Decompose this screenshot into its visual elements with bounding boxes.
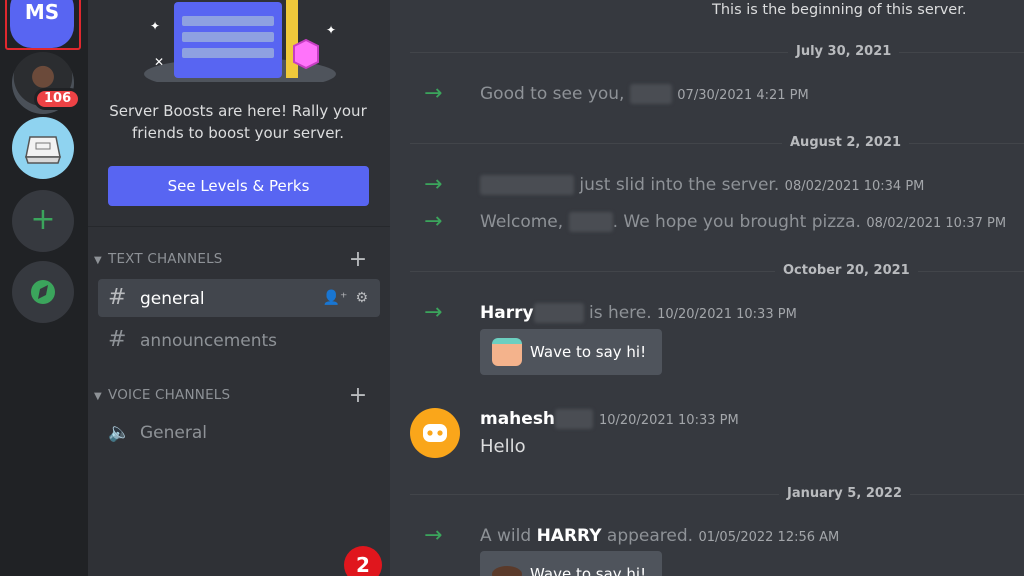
category-voice-channels[interactable]: ▼ VOICE CHANNELS	[94, 387, 230, 409]
plus-icon: +	[348, 247, 368, 272]
date-divider	[410, 143, 1024, 144]
join-arrow-icon: →	[424, 172, 443, 197]
svg-text:✕: ✕	[154, 55, 164, 69]
selection-highlight	[5, 0, 81, 50]
system-message: A wild HARRY appeared. 01/05/2022 12:56 …	[480, 526, 840, 546]
timestamp: 01/05/2022 12:56 AM	[698, 530, 840, 545]
system-message: Welcome, . We hope you brought pizza. 08…	[480, 212, 1007, 232]
channel-general[interactable]: # general 👤⁺ ⚙	[98, 279, 380, 317]
date-label: January 5, 2022	[779, 486, 910, 501]
date-label: October 20, 2021	[775, 263, 918, 278]
chevron-down-icon: ▼	[94, 391, 102, 402]
date-divider	[410, 271, 1024, 272]
compass-icon	[31, 280, 55, 304]
hash-icon: #	[108, 327, 127, 352]
plus-icon: +	[348, 383, 368, 408]
message-body: Hello	[480, 436, 526, 457]
redacted-name	[629, 84, 672, 104]
timestamp: 08/02/2021 10:37 PM	[866, 216, 1007, 231]
hash-icon: #	[108, 285, 127, 310]
server-boost-illustration: ✦ ✦ ✕	[144, 0, 336, 82]
server-icon-keycap[interactable]	[12, 117, 74, 179]
system-message: just slid into the server. 08/02/2021 10…	[480, 175, 924, 195]
voice-channel-general[interactable]: 🔈 General	[98, 414, 380, 452]
wave-sticker-icon	[492, 338, 522, 366]
chevron-down-icon: ▼	[94, 255, 102, 266]
category-label: VOICE CHANNELS	[108, 387, 231, 403]
date-label: August 2, 2021	[782, 135, 910, 150]
create-voice-channel-button[interactable]: +	[346, 385, 370, 409]
keycap-icon	[24, 136, 62, 164]
join-arrow-icon: →	[424, 81, 443, 106]
redacted-name	[555, 409, 594, 429]
channel-name: general	[140, 289, 205, 309]
see-levels-perks-button[interactable]: See Levels & Perks	[108, 166, 369, 206]
beginning-of-server-text: This is the beginning of this server.	[712, 2, 967, 18]
timestamp: 07/30/2021 4:21 PM	[677, 88, 809, 103]
channel-name: General	[140, 423, 207, 443]
redacted-name	[533, 303, 584, 323]
invite-user-icon[interactable]: 👤⁺	[323, 290, 348, 306]
step-marker-2: 2	[344, 546, 382, 576]
join-arrow-icon: →	[424, 209, 443, 234]
speaker-icon: 🔈	[108, 422, 131, 443]
category-text-channels[interactable]: ▼ TEXT CHANNELS	[94, 251, 223, 273]
avatar[interactable]	[410, 408, 460, 458]
plus-icon: +	[30, 202, 56, 237]
wave-to-say-hi-button[interactable]: Wave to say hi!	[480, 329, 662, 375]
gear-icon[interactable]: ⚙	[355, 290, 368, 306]
sidebar-divider	[88, 226, 390, 227]
server-rail: MS 106 +	[0, 0, 88, 576]
channel-name: announcements	[140, 331, 278, 351]
system-message: Harry is here. 10/20/2021 10:33 PM	[480, 303, 797, 323]
channel-announcements[interactable]: # announcements	[98, 321, 380, 359]
timestamp: 08/02/2021 10:34 PM	[784, 179, 925, 194]
create-text-channel-button[interactable]: +	[346, 249, 370, 273]
date-divider	[410, 52, 1024, 53]
chat-area: This is the beginning of this server. Ju…	[390, 0, 1024, 576]
redacted-name	[568, 212, 613, 232]
system-message: Good to see you, 07/30/2021 4:21 PM	[480, 84, 809, 104]
category-label: TEXT CHANNELS	[108, 251, 223, 267]
explore-servers-button[interactable]	[12, 261, 74, 323]
wave-sticker-icon	[492, 560, 522, 576]
discord-logo-icon	[423, 424, 447, 442]
unread-badge: 106	[34, 88, 82, 110]
timestamp: 10/20/2021 10:33 PM	[657, 307, 797, 322]
date-divider	[410, 494, 1024, 495]
svg-text:✦: ✦	[150, 19, 160, 33]
timestamp: 10/20/2021 10:33 PM	[598, 413, 739, 428]
wave-to-say-hi-button[interactable]: Wave to say hi!	[480, 551, 662, 576]
join-arrow-icon: →	[424, 300, 443, 325]
svg-text:✦: ✦	[326, 23, 336, 37]
channel-sidebar: ✦ ✦ ✕ Server Boosts are here! Rally your…	[88, 0, 390, 576]
join-arrow-icon: →	[424, 523, 443, 548]
add-server-button[interactable]: +	[12, 190, 74, 252]
message-author[interactable]: mahesh	[480, 409, 555, 429]
date-label: July 30, 2021	[788, 44, 900, 59]
redacted-name	[480, 175, 574, 195]
message-header: mahesh 10/20/2021 10:33 PM	[480, 409, 739, 429]
server-boost-text: Server Boosts are here! Rally your frien…	[109, 102, 367, 142]
